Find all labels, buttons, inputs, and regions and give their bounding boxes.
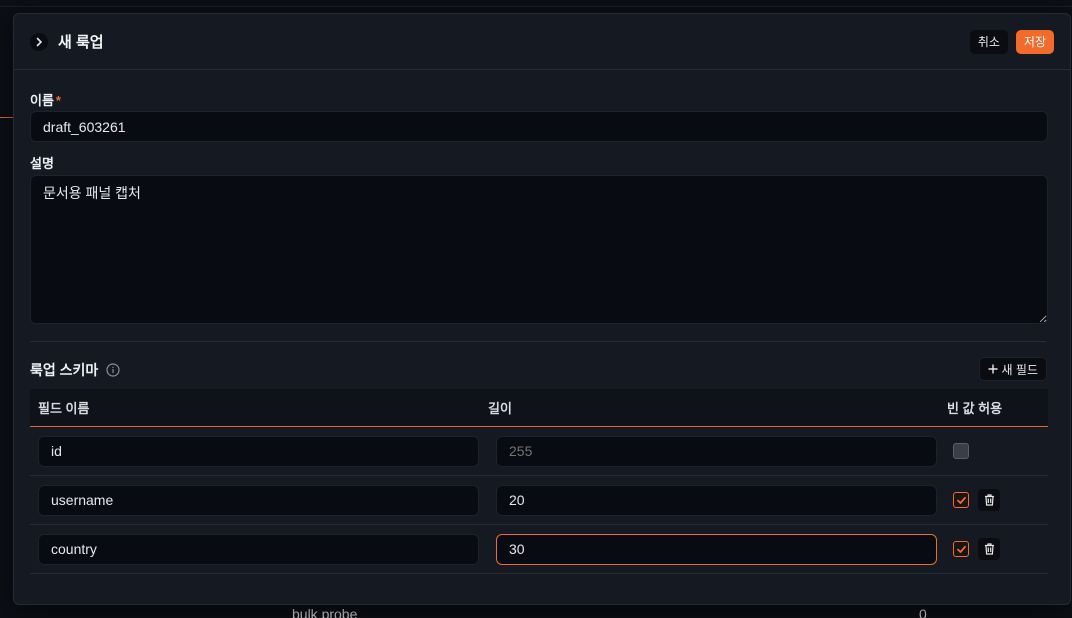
description-label: 설명 bbox=[30, 156, 54, 171]
background-row-value: 0 bbox=[919, 606, 927, 618]
background-row-label: bulk probe bbox=[292, 606, 358, 618]
schema-heading: 룩업 스키마 bbox=[30, 360, 120, 380]
column-header-nullable: 빈 값 허용 bbox=[947, 401, 1003, 416]
nullable-checkbox[interactable] bbox=[953, 443, 969, 459]
schema-title: 룩업 스키마 bbox=[30, 362, 99, 378]
panel-title: 새 룩업 bbox=[58, 34, 104, 51]
table-row bbox=[30, 427, 1048, 476]
save-button[interactable]: 저장 bbox=[1015, 29, 1054, 54]
background-divider bbox=[0, 6, 1072, 7]
check-icon bbox=[956, 496, 966, 504]
field-name-input[interactable] bbox=[38, 484, 479, 516]
check-icon bbox=[956, 545, 966, 553]
new-field-label: 새 필드 bbox=[1001, 362, 1038, 377]
nullable-checkbox[interactable] bbox=[953, 492, 969, 508]
field-length-input[interactable] bbox=[496, 484, 937, 516]
schema-table: 필드 이름 길이 빈 값 허용 bbox=[30, 389, 1048, 574]
trash-icon bbox=[984, 494, 994, 506]
table-header: 필드 이름 길이 빈 값 허용 bbox=[30, 389, 1048, 427]
cancel-button[interactable]: 취소 bbox=[969, 29, 1008, 54]
section-divider bbox=[30, 341, 1046, 342]
nullable-checkbox[interactable] bbox=[953, 541, 969, 557]
table-row bbox=[30, 476, 1048, 525]
chevron-right-icon bbox=[36, 37, 43, 46]
collapse-button[interactable] bbox=[30, 32, 48, 51]
delete-field-button[interactable] bbox=[978, 489, 1000, 511]
required-mark: * bbox=[55, 93, 61, 108]
field-name-input[interactable] bbox=[38, 533, 479, 565]
column-header-length: 길이 bbox=[488, 401, 512, 416]
field-length-input[interactable] bbox=[496, 533, 937, 565]
panel-header: 새 룩업 취소 저장 bbox=[14, 14, 1070, 70]
background-accent bbox=[0, 117, 14, 118]
plus-icon bbox=[988, 364, 998, 374]
table-row bbox=[30, 525, 1048, 574]
new-lookup-panel: 새 룩업 취소 저장 이름* 설명 문서용 패널 캡처 룩업 스키마 새 필드 … bbox=[13, 13, 1071, 605]
delete-field-button[interactable] bbox=[978, 538, 1000, 560]
column-header-field-name: 필드 이름 bbox=[38, 401, 90, 416]
trash-icon bbox=[984, 543, 994, 555]
description-textarea[interactable]: 문서용 패널 캡처 bbox=[30, 175, 1048, 324]
name-input[interactable] bbox=[30, 111, 1048, 142]
header-actions: 취소 저장 bbox=[969, 29, 1054, 54]
new-field-button[interactable]: 새 필드 bbox=[978, 357, 1047, 381]
field-length-input[interactable] bbox=[496, 435, 937, 467]
name-label-text: 이름 bbox=[30, 93, 54, 108]
name-label: 이름 * bbox=[30, 90, 61, 109]
info-icon[interactable] bbox=[106, 363, 120, 377]
field-name-input[interactable] bbox=[38, 435, 479, 467]
